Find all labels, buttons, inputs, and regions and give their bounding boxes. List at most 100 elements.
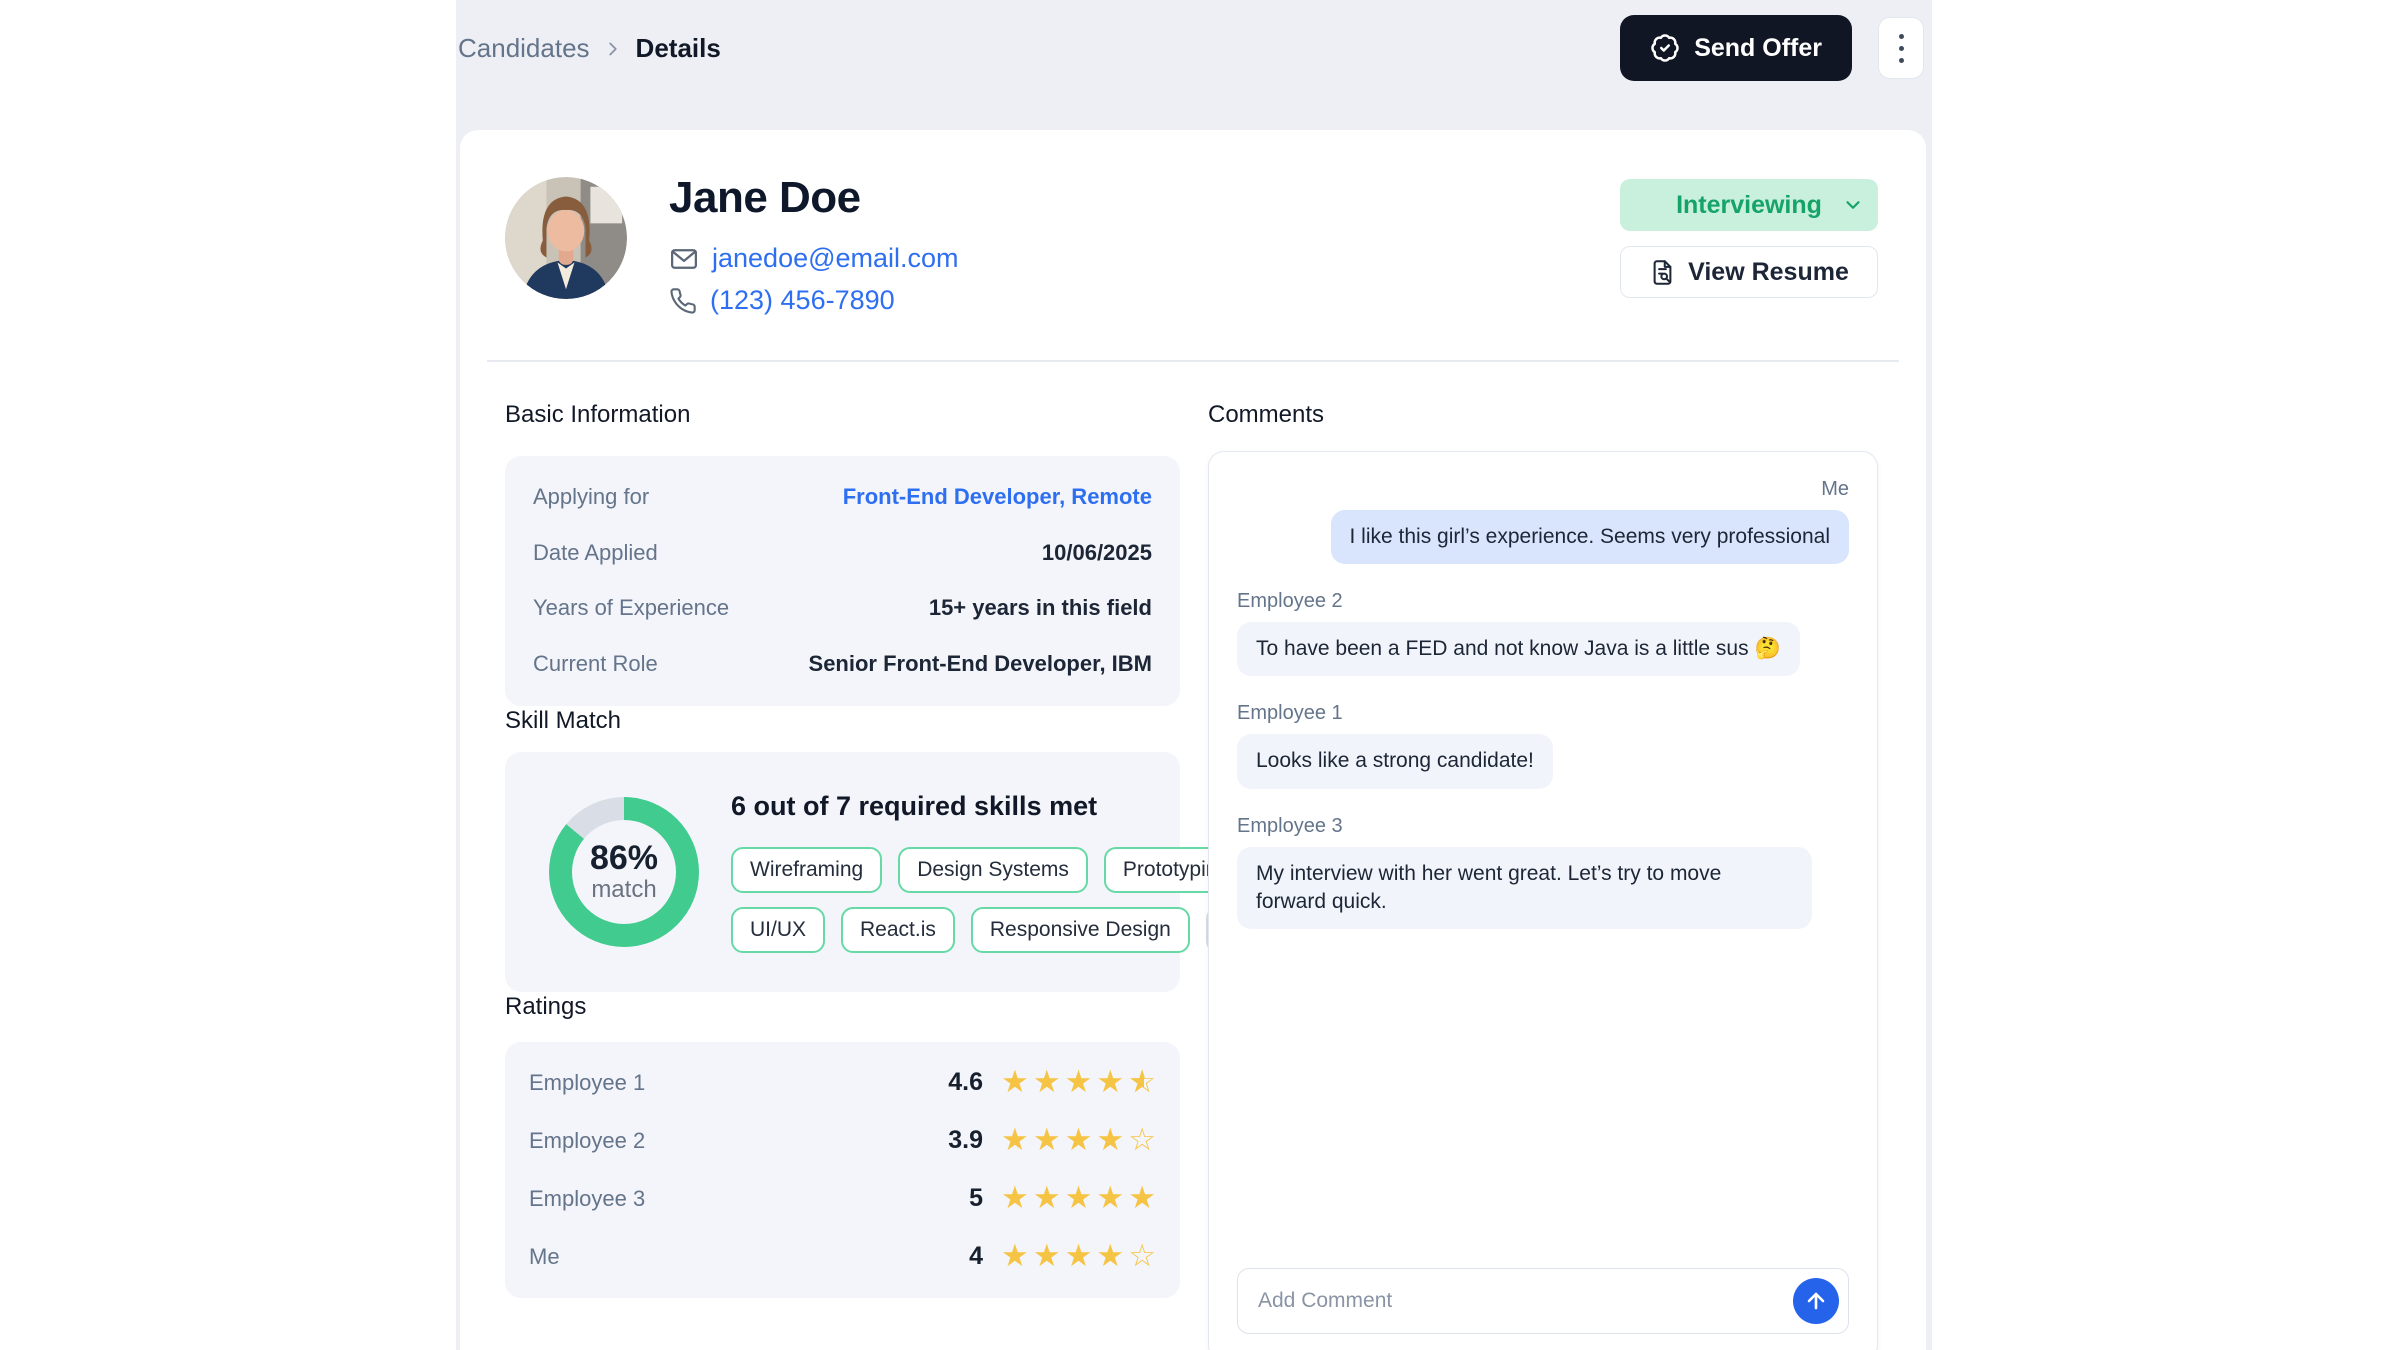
breadcrumb: Candidates Details [458,33,721,64]
skill-match-donut: 86% match [549,797,699,947]
send-offer-button[interactable]: Send Offer [1620,15,1852,81]
comment-bubble: My interview with her went great. Let’s … [1237,847,1812,930]
topbar: Candidates Details Send Offer [456,0,1932,130]
star-icon: ★ [1001,1241,1029,1272]
rating-name: Me [529,1244,969,1270]
profile-identity: Jane Doe janedoe@email.com ( [669,177,959,316]
send-offer-label: Send Offer [1694,34,1822,63]
star-icon: ★ [1033,1125,1061,1156]
star-icon: ★ [1001,1125,1029,1156]
left-column: Basic Information Applying for Front-End… [505,400,1180,1350]
star-icon: ★ [1001,1183,1029,1214]
rating-value: 3.9 [948,1126,983,1155]
star-icon: ★ [1001,1067,1029,1098]
file-search-icon [1649,259,1676,286]
comment-bubble: I like this girl’s experience. Seems ver… [1331,510,1850,564]
arrow-up-icon [1804,1289,1828,1313]
skill-match-card: 86% match 6 out of 7 required skills met… [505,752,1180,992]
submit-comment-button[interactable] [1793,1278,1839,1324]
match-percent: 86% [590,841,658,875]
view-resume-label: View Resume [1688,258,1849,287]
star-icon: ★ [1065,1067,1093,1098]
comment-author: Employee 2 [1237,590,1343,613]
info-row-current-role: Current Role Senior Front-End Developer,… [533,651,1152,677]
right-column: Comments Me I like this girl’s experienc… [1208,400,1878,1350]
profile-header: Jane Doe janedoe@email.com ( [505,130,1878,316]
star-icon: ★ [1096,1183,1124,1214]
skill-match-title: Skill Match [505,706,1180,736]
skill-chip: Responsive Design [971,907,1190,953]
rating-value: 4.6 [948,1068,983,1097]
more-options-button[interactable] [1878,17,1924,79]
star-icon: ★ [1096,1241,1124,1272]
contact-info: janedoe@email.com (123) 456-7890 [669,243,959,316]
comment-author: Me [1821,478,1849,501]
info-label: Date Applied [533,540,658,566]
skill-chip-row-2: UI/UX React.is Responsive Design Java [731,907,1288,953]
rating-value: 5 [969,1184,983,1213]
comment-author: Employee 1 [1237,702,1343,725]
skill-chip: React.is [841,907,955,953]
ratings-card: Employee 1 4.6 ★★★★☆★ Employee 2 3.9 ★★★… [505,1042,1180,1298]
comment-bubble: Looks like a strong candidate! [1237,734,1553,788]
star-rating: ★★★★★ [1001,1183,1156,1214]
candidate-email[interactable]: janedoe@email.com [712,243,959,274]
phone-row[interactable]: (123) 456-7890 [669,285,959,316]
rating-row: Employee 3 5 ★★★★★ [529,1183,1156,1214]
skill-chip-row-1: Wireframing Design Systems Prototyping [731,847,1288,893]
mail-icon [669,244,699,274]
topbar-actions: Send Offer [1620,15,1924,81]
star-icon: ★ [1065,1125,1093,1156]
info-value: 10/06/2025 [1042,540,1152,566]
star-icon: ★ [1033,1183,1061,1214]
chevron-down-icon [1842,194,1864,223]
candidate-phone[interactable]: (123) 456-7890 [710,285,895,316]
comment-message-self: Me I like this girl’s experience. Seems … [1237,478,1849,564]
chevron-right-icon [602,38,624,60]
breadcrumb-candidates[interactable]: Candidates [458,33,590,64]
star-icon: ★ [1096,1125,1124,1156]
badge-check-icon [1650,33,1680,63]
skill-content: 6 out of 7 required skills met Wireframi… [731,791,1288,953]
status-label: Interviewing [1676,191,1822,220]
info-label: Years of Experience [533,595,729,621]
rating-name: Employee 2 [529,1128,948,1154]
candidate-details-page: Candidates Details Send Offer [0,0,2400,1350]
star-icon: ★ [1033,1067,1061,1098]
star-icon: ★ [1033,1241,1061,1272]
skill-chip: Design Systems [898,847,1088,893]
profile-actions: Interviewing View Resume [1620,179,1878,316]
star-icon: ☆ [1128,1241,1156,1272]
ratings-title: Ratings [505,992,1180,1022]
kebab-dot [1899,58,1904,63]
info-label: Current Role [533,651,658,677]
star-icon: ★ [1128,1183,1156,1214]
comments-title: Comments [1208,400,1878,430]
skills-met-headline: 6 out of 7 required skills met [731,791,1288,822]
rating-name: Employee 1 [529,1070,948,1096]
comments-card: Me I like this girl’s experience. Seems … [1208,451,1878,1350]
kebab-dot [1899,46,1904,51]
applying-for-link[interactable]: Front-End Developer, Remote [843,484,1152,510]
profile-divider [487,360,1899,362]
star-icon: ★ [1065,1183,1093,1214]
view-resume-button[interactable]: View Resume [1620,246,1878,298]
candidate-avatar [505,177,627,299]
breadcrumb-details: Details [636,33,721,64]
comment-bubble: To have been a FED and not know Java is … [1237,622,1800,676]
content-columns: Basic Information Applying for Front-End… [505,400,1878,1350]
info-row-experience: Years of Experience 15+ years in this fi… [533,595,1152,621]
main-card: Jane Doe janedoe@email.com ( [460,130,1926,1350]
status-dropdown[interactable]: Interviewing [1620,179,1878,231]
info-row-date-applied: Date Applied 10/06/2025 [533,540,1152,566]
email-row[interactable]: janedoe@email.com [669,243,959,274]
add-comment-input[interactable] [1237,1268,1849,1334]
comment-input-row [1237,1268,1849,1334]
info-value: 15+ years in this field [929,595,1152,621]
star-icon: ★ [1096,1067,1124,1098]
info-value: Senior Front-End Developer, IBM [809,651,1152,677]
info-label: Applying for [533,484,649,510]
star-rating: ★★★★☆★ [1001,1067,1156,1098]
comment-message: Employee 2 To have been a FED and not kn… [1237,590,1849,676]
star-icon: ☆ [1128,1125,1156,1156]
